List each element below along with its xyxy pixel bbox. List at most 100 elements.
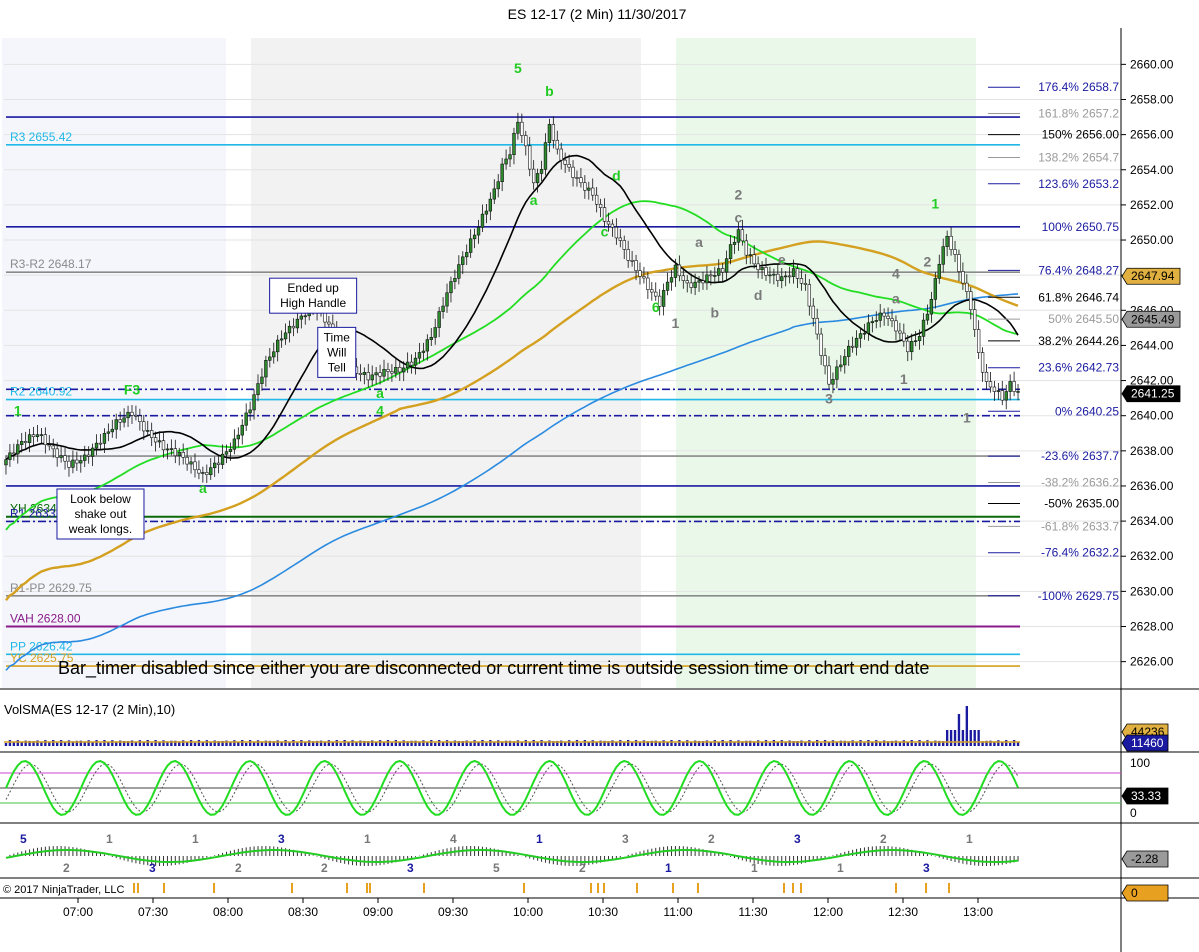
candle-body (256, 383, 260, 396)
candle-body (772, 273, 776, 276)
candle-body (291, 325, 296, 329)
candle-body (677, 264, 682, 277)
macd-wave-label: 2 (63, 861, 70, 875)
y-tick-label: 2634.00 (1130, 514, 1174, 528)
volume-bar (756, 740, 760, 746)
event-tick (137, 883, 139, 893)
candle-body (268, 356, 272, 361)
candle-body (276, 339, 280, 353)
volume-bar (300, 740, 303, 746)
volume-bar (241, 740, 244, 746)
macd-wave-label: 3 (278, 832, 285, 846)
volume-bar (441, 742, 445, 746)
volume-bar (969, 730, 972, 746)
candle-body (153, 437, 158, 443)
y-tick-label: 2652.00 (1130, 198, 1174, 212)
candle-body (847, 345, 851, 357)
volume-bar (768, 742, 772, 746)
volume-bar (682, 742, 685, 746)
candle-body (201, 472, 205, 474)
volume-bar (351, 740, 354, 746)
candle-body (287, 325, 292, 334)
candle-body (547, 124, 552, 143)
candle-body (583, 182, 587, 191)
volume-bar (138, 740, 142, 746)
candle-body (299, 315, 303, 320)
event-tick (792, 883, 794, 893)
volume-bar (863, 742, 866, 746)
candle-body (646, 277, 650, 290)
annotation-text: Tell (328, 360, 346, 374)
candle-body (240, 424, 244, 436)
candle-body (917, 336, 922, 342)
candle-body (8, 452, 12, 460)
candle-body (874, 320, 878, 322)
volume-bar (154, 740, 157, 746)
x-tick-label: 10:30 (588, 905, 618, 919)
y-tick-label: 2626.00 (1130, 655, 1174, 669)
event-tick (423, 883, 425, 893)
candle-body (405, 361, 410, 369)
volume-bar (430, 740, 433, 746)
candle-body (500, 163, 504, 182)
volume-bar (875, 740, 878, 746)
candle-body (90, 447, 95, 457)
volume-bar (626, 740, 630, 746)
stoch-tick-label: 0 (1130, 806, 1137, 820)
wave-label: 4 (376, 403, 384, 419)
volume-bar (347, 742, 350, 746)
candle-body (413, 357, 418, 366)
candle-body (213, 462, 217, 469)
volume-bar (831, 740, 835, 746)
candle-body (484, 210, 489, 215)
candle-body (791, 268, 796, 277)
wave-label: 2 (924, 253, 932, 269)
fib-label: 150% 2656.00 (1042, 128, 1120, 142)
volume-bar (859, 740, 862, 746)
candle-body (941, 246, 945, 265)
candle-body (1012, 381, 1016, 392)
candle-body (181, 452, 185, 458)
volume-bar (1016, 742, 1020, 746)
candle-body (437, 311, 441, 328)
candle-body (669, 277, 674, 283)
fib-label: 176.4% 2658.7 (1038, 80, 1119, 94)
volume-bar (382, 742, 386, 746)
volume-bar (205, 740, 208, 746)
candle-body (744, 240, 748, 256)
volume-bar (489, 740, 492, 746)
candle-body (921, 319, 926, 337)
volume-bar (12, 742, 16, 746)
candle-body (567, 163, 571, 168)
panel-marker (1121, 884, 1169, 902)
candle-body (232, 438, 237, 450)
candle-body (433, 327, 437, 338)
macd-wave-label: 2 (708, 832, 715, 846)
candle-body (197, 469, 201, 474)
candle-body (831, 379, 835, 385)
candle-body (47, 444, 51, 447)
volume-bar (780, 740, 783, 746)
candle-body (693, 281, 697, 288)
volume-bar (402, 740, 405, 746)
y-tick-label: 2656.00 (1130, 128, 1174, 142)
volume-bar (343, 740, 346, 746)
candle-body (925, 313, 930, 321)
candle-body (697, 280, 701, 283)
wave-label: 1 (672, 315, 680, 331)
candle-body (642, 276, 646, 279)
fib-label: 23.6% 2642.73 (1038, 361, 1119, 375)
volume-bar (532, 740, 535, 746)
candle-body (602, 207, 607, 222)
candle-body (146, 430, 150, 432)
volume-bar (737, 740, 740, 746)
fib-label: -23.6% 2637.7 (1041, 449, 1119, 463)
volume-bar (308, 740, 311, 746)
candle-body (63, 455, 67, 462)
volume-bar (910, 740, 913, 746)
candle-body (252, 394, 256, 411)
candle-body (984, 371, 989, 382)
candle-body (650, 289, 654, 293)
candle-body (587, 187, 591, 191)
volume-bar (662, 740, 665, 746)
